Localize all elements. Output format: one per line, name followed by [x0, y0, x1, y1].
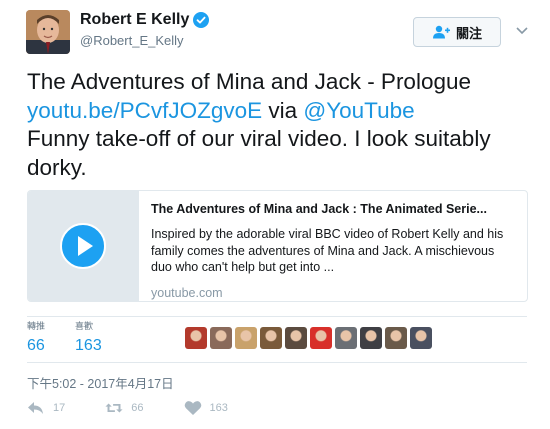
verified-badge-icon	[193, 12, 210, 28]
reply-count: 17	[53, 402, 66, 414]
liker-avatar[interactable]	[210, 327, 232, 349]
liker-avatar[interactable]	[360, 327, 382, 349]
liker-avatars	[185, 327, 432, 349]
card-title[interactable]: The Adventures of Mina and Jack : The An…	[151, 202, 515, 216]
reply-button[interactable]: 17	[27, 400, 65, 416]
tweet-actions: 17 66 163	[27, 400, 268, 416]
likes-stat[interactable]: 喜歡 163	[75, 321, 102, 361]
likes-count[interactable]: 163	[75, 335, 102, 357]
tweet-line-links: youtu.be/PCvfJOZgvoE via @YouTube	[27, 97, 527, 126]
liker-avatar[interactable]	[410, 327, 432, 349]
chevron-down-icon[interactable]	[515, 25, 529, 37]
tweet-timestamp: 下午5:02 - 2017年4月17日	[27, 377, 174, 391]
avatar[interactable]	[26, 10, 70, 54]
tweet-via: via	[262, 97, 304, 123]
likes-label: 喜歡	[75, 321, 94, 331]
card-thumbnail[interactable]	[28, 191, 139, 301]
like-button[interactable]: 163	[184, 400, 228, 416]
liker-avatar[interactable]	[385, 327, 407, 349]
divider	[27, 316, 527, 317]
retweets-count[interactable]: 66	[27, 335, 45, 357]
link-card[interactable]: The Adventures of Mina and Jack : The An…	[27, 190, 528, 302]
retweets-stat[interactable]: 轉推 66	[27, 321, 45, 361]
liker-avatar[interactable]	[285, 327, 307, 349]
follow-button-label: 關注	[455, 25, 482, 41]
card-domain: youtube.com	[151, 285, 223, 300]
retweet-count: 66	[131, 402, 144, 414]
liker-avatar[interactable]	[185, 327, 207, 349]
liker-avatar[interactable]	[260, 327, 282, 349]
play-icon[interactable]	[60, 223, 106, 269]
divider	[27, 362, 527, 363]
liker-avatar[interactable]	[335, 327, 357, 349]
tweet-stats: 轉推 66 喜歡 163	[27, 321, 132, 361]
tweet-text: The Adventures of Mina and Jack - Prolog…	[27, 68, 527, 182]
like-count: 163	[209, 402, 228, 414]
follow-button[interactable]: 關注	[413, 17, 501, 47]
retweets-label: 轉推	[27, 321, 46, 331]
retweet-button[interactable]: 66	[105, 400, 144, 416]
tweet-line-title: The Adventures of Mina and Jack - Prolog…	[27, 69, 472, 94]
card-description: Inspired by the adorable viral BBC video…	[151, 227, 504, 274]
tweet-line-comment: Funny take-off of our viral video. I loo…	[27, 126, 491, 180]
add-user-icon	[432, 25, 450, 39]
retweet-icon	[105, 403, 123, 413]
liker-avatar[interactable]	[235, 327, 257, 349]
user-handle[interactable]: @Robert_E_Kelly	[80, 33, 184, 48]
user-name[interactable]: Robert E Kelly	[80, 11, 189, 29]
liker-avatar[interactable]	[310, 327, 332, 349]
reply-icon	[28, 402, 43, 414]
heart-icon	[184, 401, 201, 415]
mention-link[interactable]: @YouTube	[303, 98, 414, 123]
tweet-link[interactable]: youtu.be/PCvfJOZgvoE	[27, 98, 262, 123]
